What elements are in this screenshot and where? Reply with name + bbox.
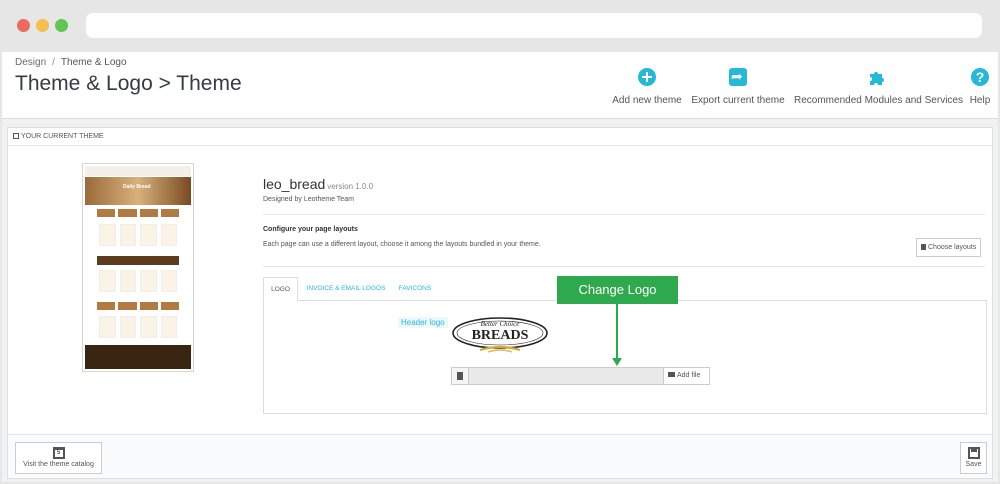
header-logo-label: Header logo [398, 317, 448, 328]
html5-icon: 5 [52, 447, 65, 459]
theme-preview-image: Daily Bread [82, 163, 194, 372]
breadcrumb-separator: / [52, 57, 55, 68]
folder-open-icon [668, 372, 675, 377]
panel-heading: YOUR CURRENT THEME [8, 128, 992, 146]
theme-name: leo_bread version 1.0.0 [263, 176, 374, 192]
visit-theme-catalog-button[interactable]: 5 Visit the theme catalog [15, 442, 102, 474]
add-file-button[interactable]: Add file [663, 367, 710, 385]
theme-version: version 1.0.0 [327, 182, 374, 191]
help-label: Help [969, 95, 991, 106]
logo-file-input[interactable] [469, 367, 664, 385]
browser-chrome [0, 0, 1000, 52]
tab-favicons[interactable]: FAVICONS [393, 277, 437, 301]
divider [263, 266, 985, 267]
export-theme-button[interactable]: Export current theme [690, 67, 786, 112]
change-logo-callout: Change Logo [557, 276, 678, 304]
header-logo-image: Better Choice BREADS [452, 317, 548, 353]
puzzle-icon [868, 68, 886, 86]
plus-circle-icon [638, 68, 656, 86]
address-bar[interactable] [86, 13, 982, 38]
add-new-theme-button[interactable]: Add new theme [610, 68, 684, 112]
maximize-window-button[interactable] [55, 19, 68, 32]
current-theme-panel: YOUR CURRENT THEME Daily Bread leo_bread… [7, 127, 993, 479]
breadcrumb-design-link[interactable]: Design [15, 57, 46, 68]
file-icon [451, 367, 469, 385]
preview-hero-text: Daily Bread [123, 184, 151, 190]
help-icon [971, 68, 989, 86]
callout-arrow-line [616, 304, 618, 362]
admin-page: Design / Theme & Logo Theme & Logo > Theme… [2, 52, 998, 482]
minimize-window-button[interactable] [36, 19, 49, 32]
recommended-modules-label: Recommended Modules and Services [794, 95, 963, 106]
help-button[interactable]: Help [966, 68, 994, 112]
layouts-description: Each page can use a different layout, ch… [263, 241, 541, 248]
panel-footer: 5 Visit the theme catalog Save [8, 434, 992, 478]
panel-heading-text: YOUR CURRENT THEME [21, 133, 104, 140]
export-theme-label: Export current theme [691, 95, 785, 106]
choose-layouts-button[interactable]: Choose layouts [916, 238, 982, 257]
save-disk-icon [967, 447, 980, 459]
share-icon [729, 67, 747, 86]
recommended-modules-button[interactable]: Recommended Modules and Services [794, 68, 963, 112]
tab-invoice-email-logos[interactable]: INVOICE & EMAIL LOGOS [305, 277, 387, 301]
divider [263, 214, 985, 215]
layouts-title: Configure your page layouts [263, 226, 358, 233]
svg-text:Better Choice: Better Choice [481, 320, 520, 328]
callout-arrow-head [612, 358, 622, 366]
breadcrumb: Design / Theme & Logo [15, 57, 127, 68]
save-button[interactable]: Save [960, 442, 987, 474]
svg-text:BREADS: BREADS [472, 328, 529, 343]
breadcrumb-current: Theme & Logo [60, 57, 127, 68]
theme-icon [13, 133, 19, 139]
file-icon [921, 244, 926, 250]
page-title: Theme & Logo > Theme [15, 72, 242, 95]
add-new-theme-label: Add new theme [612, 95, 682, 106]
theme-author: Designed by Leotheme Team [263, 196, 354, 203]
close-window-button[interactable] [17, 19, 30, 32]
logo-tab-pane: Header logo Better Choice BREADS Add fil… [263, 300, 987, 414]
tab-logo[interactable]: LOGO [263, 277, 298, 301]
page-header: Design / Theme & Logo Theme & Logo > Theme… [2, 52, 998, 119]
